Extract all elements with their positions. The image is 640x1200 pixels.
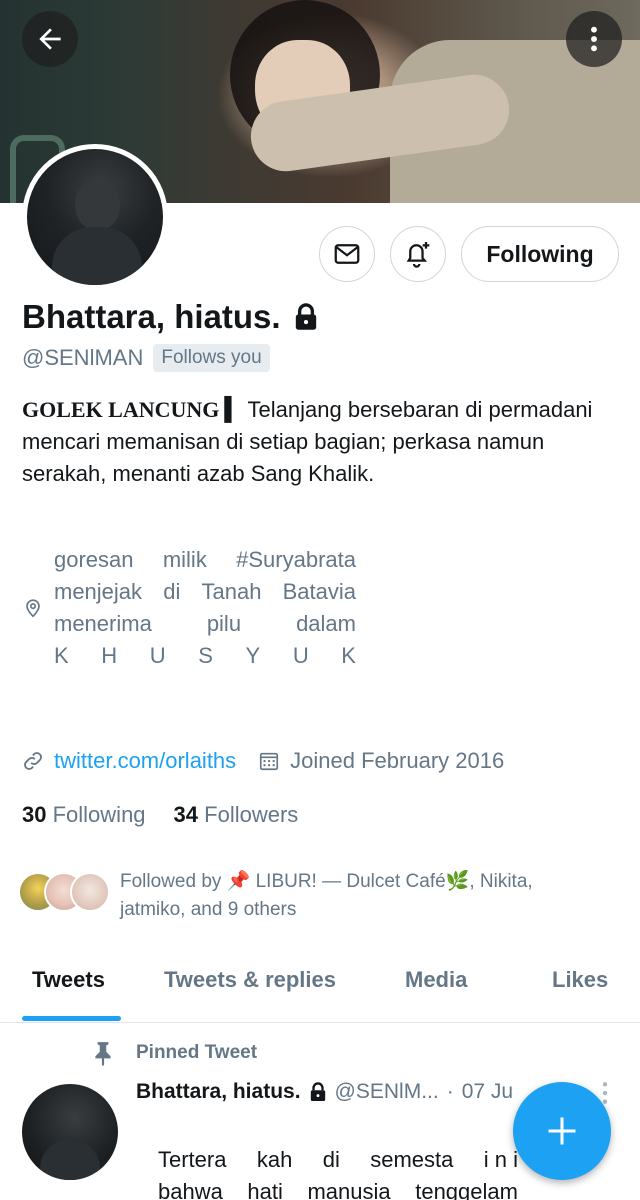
lock-icon: [295, 303, 316, 330]
profile-location: goresan milik #Suryabrata menjejak di Tanah Ba…: [22, 544, 356, 672]
plus-icon: [548, 1117, 576, 1145]
profile-avatar[interactable]: [22, 144, 168, 290]
location-word: dalam: [296, 611, 356, 636]
link-icon: [24, 752, 42, 770]
active-tab-indicator: [22, 1016, 121, 1021]
followed-by-text: Followed by 📌 LIBUR! — Dulcet Café🌿, Nik…: [120, 871, 533, 920]
following-count-link[interactable]: 30 Following: [22, 802, 146, 828]
location-word: H: [101, 643, 118, 668]
tweet-word: semesta: [370, 1147, 454, 1172]
calendar-icon: [260, 752, 279, 771]
location-line: KHUSYUK: [54, 640, 356, 672]
profile-meta-row: twitter.com/orlaiths Joined February 201…: [22, 748, 504, 774]
tweet-date: 07 Ju: [461, 1080, 514, 1103]
bell-plus-icon: [406, 242, 430, 268]
profile-tabs: Tweets Tweets & replies Media Likes: [0, 955, 640, 1023]
location-line: menerima pilu dalam: [54, 608, 356, 640]
tweet-word: manusia: [307, 1179, 391, 1200]
location-pin-icon: [26, 599, 40, 618]
location-word: di: [163, 579, 181, 604]
follower-avatar: [70, 872, 110, 912]
location-word: K: [54, 643, 69, 668]
location-line: goresan milik #Suryabrata: [54, 544, 356, 576]
following-button[interactable]: Following: [461, 226, 619, 282]
location-word: pilu: [206, 611, 242, 636]
message-button[interactable]: [319, 226, 375, 282]
arrow-left-icon: [39, 28, 61, 50]
profile-name: Bhattara, hiatus.: [22, 298, 281, 335]
location-text: goresan milik #Suryabrata menjejak di Tanah Ba…: [54, 544, 356, 672]
followers-count-link[interactable]: 34 Followers: [174, 802, 299, 828]
tweet-word: i n i: [483, 1147, 518, 1172]
followers-count: 34: [173, 802, 199, 827]
tweet-author-name: Bhattara, hiatus.: [136, 1080, 301, 1103]
website-link[interactable]: twitter.com/orlaiths: [54, 748, 236, 774]
avatar-body-shape: [52, 227, 142, 285]
location-word: menjejak: [54, 579, 143, 604]
profile-handle: @SENlMAN: [22, 345, 144, 370]
tab-tweets-and-replies[interactable]: Tweets & replies: [164, 967, 336, 993]
compose-tweet-button[interactable]: [513, 1082, 611, 1180]
tweet-avatar-body-shape: [40, 1139, 100, 1180]
tweet-word: kah: [256, 1147, 293, 1172]
location-word: Batavia: [282, 579, 356, 604]
back-button[interactable]: [22, 11, 78, 67]
tweet-line: bahwa hati manusia tenggelam: [158, 1176, 518, 1200]
tweet-word: bahwa: [158, 1179, 223, 1200]
joined-date: Joined February 2016: [290, 748, 505, 773]
notifications-button[interactable]: [390, 226, 446, 282]
tweet-word: tenggelam: [415, 1179, 518, 1200]
tab-likes[interactable]: Likes: [552, 967, 608, 993]
location-word: milik: [162, 547, 207, 572]
location-word: goresan: [54, 547, 134, 572]
tweet-author-avatar[interactable]: [22, 1084, 118, 1180]
location-word: U: [292, 643, 309, 668]
mail-icon: [334, 244, 360, 264]
profile-name-row: Bhattara, hiatus.: [22, 298, 319, 336]
location-line: menjejak di Tanah Batavia: [54, 576, 356, 608]
tab-media[interactable]: Media: [405, 967, 467, 993]
tweet-word: di: [322, 1147, 340, 1172]
handle-row: @SENlMAN Follows you: [22, 344, 270, 372]
followed-by-avatars: [18, 868, 110, 914]
avatar-head-shape: [75, 179, 120, 231]
pin-icon: [95, 1042, 111, 1066]
followed-by-row[interactable]: Followed by 📌 LIBUR! — Dulcet Café🌿, Nik…: [18, 868, 590, 924]
tweet-line: Tertera kah di semesta i n i: [158, 1144, 518, 1176]
more-vertical-icon: [591, 26, 597, 52]
more-options-button[interactable]: [566, 11, 622, 67]
location-word: menerima: [54, 611, 152, 636]
follows-you-badge: Follows you: [153, 344, 270, 372]
tweet-word: Tertera: [158, 1147, 227, 1172]
location-word: K: [341, 643, 356, 668]
tweet-header: Bhattara, hiatus. @SENlM... · 07 Ju: [136, 1080, 513, 1104]
pinned-tweet-label-row: Pinned Tweet: [92, 1040, 257, 1066]
location-word: S: [198, 643, 213, 668]
followers-count-label: Followers: [204, 802, 299, 827]
following-count: 30: [22, 802, 47, 827]
tweet-word: hati: [247, 1179, 283, 1200]
bio-title: GOLEK LANCUNG ▍: [22, 397, 242, 422]
tweet-text: Tertera kah di semesta i n i bahwa hati manusia…: [158, 1144, 518, 1200]
tweet-meta-separator: ·: [446, 1080, 454, 1103]
tweet-author-handle: @SENlM...: [334, 1080, 439, 1103]
tab-tweets[interactable]: Tweets: [32, 967, 105, 993]
location-word: Tanah: [201, 579, 262, 604]
pinned-tweet-label: Pinned Tweet: [136, 1042, 258, 1063]
following-count-label: Following: [52, 802, 146, 827]
location-word: U: [149, 643, 166, 668]
follow-counts: 30 Following 34 Followers: [22, 802, 298, 828]
lock-icon: [310, 1082, 325, 1101]
location-word: #Suryabrata: [236, 547, 356, 572]
profile-bio: GOLEK LANCUNG ▍ Telanjang bersebaran di …: [22, 394, 612, 490]
location-word: Y: [245, 643, 261, 668]
